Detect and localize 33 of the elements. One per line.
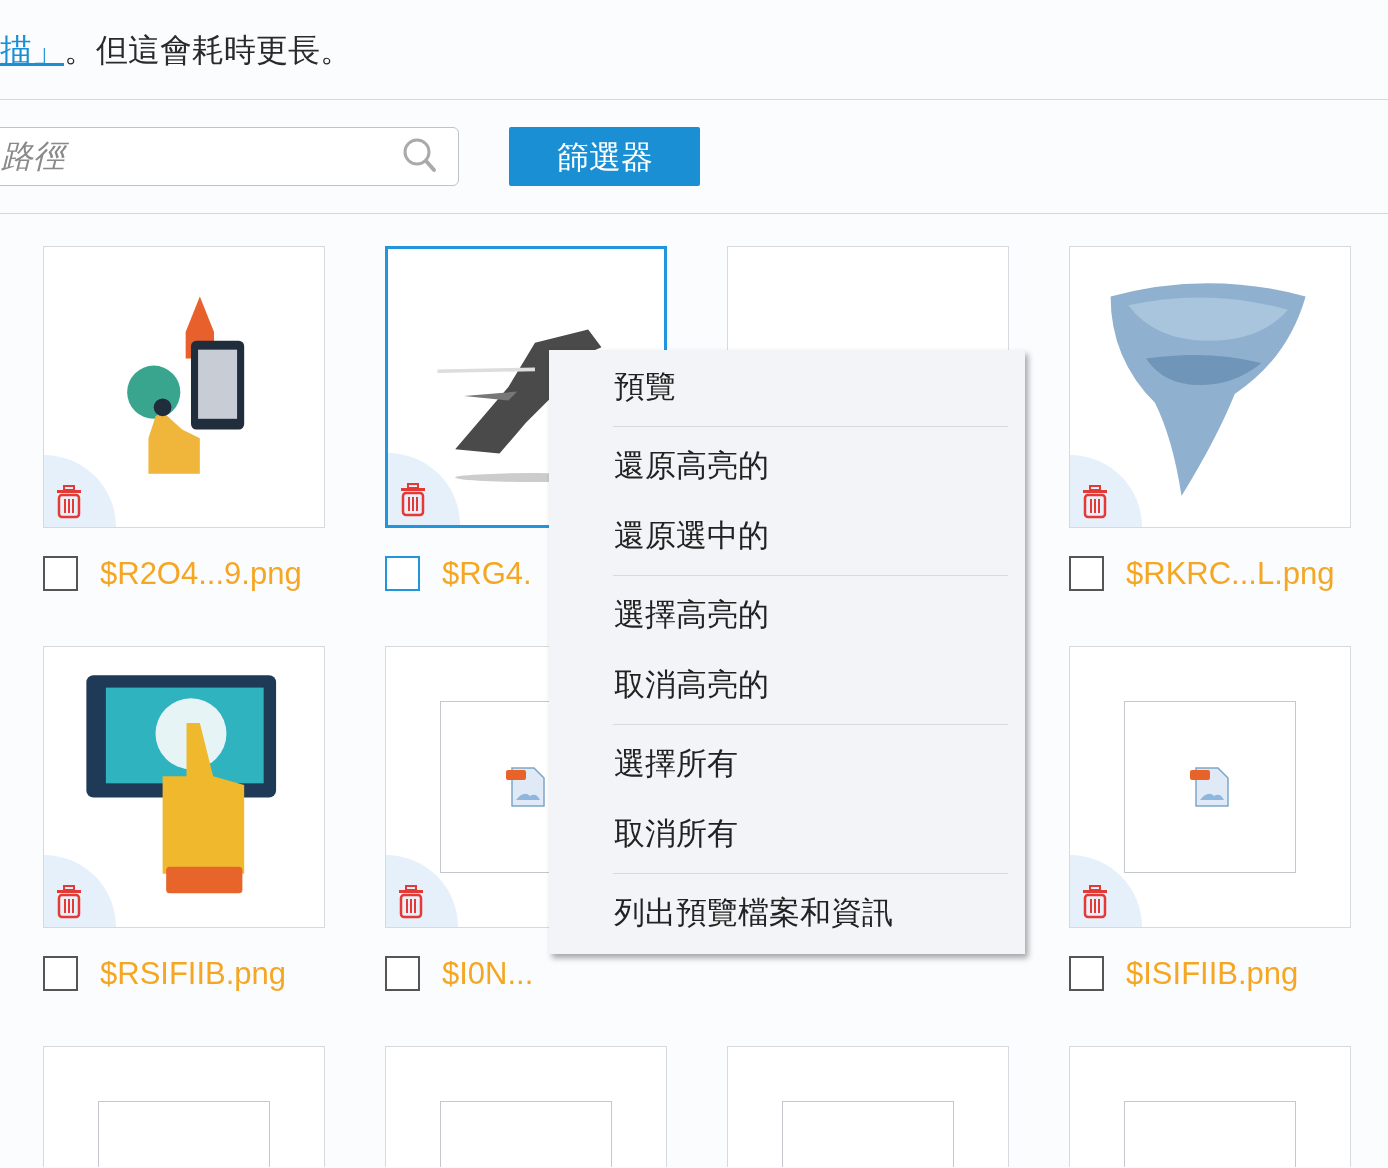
menu-item[interactable]: 還原高亮的 bbox=[549, 431, 1025, 501]
trash-icon bbox=[397, 885, 425, 919]
file-name: $ISIFIIB.png bbox=[1126, 956, 1299, 992]
menu-item[interactable]: 還原選中的 bbox=[549, 501, 1025, 571]
trash-icon bbox=[55, 885, 83, 919]
file-name: $R2O4...9.png bbox=[100, 556, 302, 592]
menu-item[interactable]: 取消所有 bbox=[549, 799, 1025, 869]
filter-button[interactable]: 篩選器 bbox=[509, 127, 700, 186]
menu-item[interactable]: 預覽 bbox=[549, 352, 1025, 422]
menu-item[interactable]: 列出預覽檔案和資訊 bbox=[549, 878, 1025, 948]
trash-icon bbox=[1081, 485, 1109, 519]
checkbox[interactable] bbox=[1069, 956, 1104, 991]
checkbox[interactable] bbox=[1069, 556, 1104, 591]
search-icon[interactable] bbox=[403, 138, 437, 174]
checkbox[interactable] bbox=[43, 956, 78, 991]
file-name: $RG4. bbox=[442, 556, 532, 592]
menu-item[interactable]: 取消高亮的 bbox=[549, 650, 1025, 720]
trash-icon bbox=[399, 483, 427, 517]
menu-item[interactable]: 選擇所有 bbox=[549, 729, 1025, 799]
file-name: $RSIFIIB.png bbox=[100, 956, 287, 992]
image-file-icon bbox=[506, 766, 546, 808]
checkbox[interactable] bbox=[385, 956, 420, 991]
search-field[interactable]: 路徑 bbox=[0, 127, 459, 186]
file-name: $I0N... bbox=[442, 956, 534, 992]
checkbox[interactable] bbox=[385, 556, 420, 591]
image-file-icon bbox=[1190, 766, 1230, 808]
trash-icon bbox=[55, 485, 83, 519]
notice-text: 描」。但這會耗時更長。 bbox=[0, 30, 352, 70]
menu-item[interactable]: 選擇高亮的 bbox=[549, 580, 1025, 650]
trash-icon bbox=[1081, 885, 1109, 919]
link[interactable]: 描」 bbox=[0, 31, 64, 68]
checkbox[interactable] bbox=[43, 556, 78, 591]
file-name: $RKRC...L.png bbox=[1126, 556, 1335, 592]
